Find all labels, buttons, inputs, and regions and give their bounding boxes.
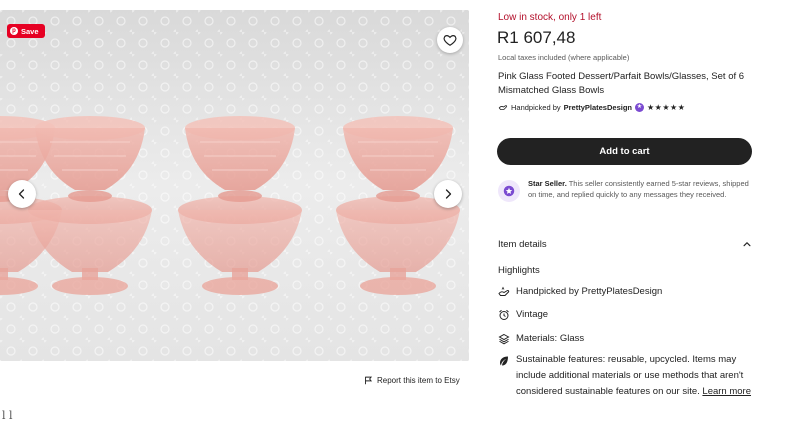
rating-stars[interactable]: ★★★★★ [647, 103, 685, 112]
handpicked-hand-icon [498, 286, 510, 296]
materials-layers-icon [498, 333, 510, 345]
shop-name-link[interactable]: PrettyPlatesDesign [564, 103, 632, 112]
save-label: Save [21, 26, 39, 36]
star-seller-label: Star Seller. [528, 179, 567, 188]
star-seller-medal-icon [498, 180, 520, 202]
learn-more-link[interactable]: Learn more [702, 386, 751, 397]
report-item-link[interactable]: Report this item to Etsy [364, 376, 460, 385]
favorite-button[interactable] [437, 27, 463, 53]
listing-title: Pink Glass Footed Dessert/Parfait Bowls/… [498, 71, 745, 96]
report-label: Report this item to Etsy [377, 376, 460, 385]
highlight-materials: Materials: Glass [498, 333, 584, 345]
highlight-vintage: Vintage [498, 309, 548, 321]
pinterest-icon: p [10, 27, 18, 35]
alarm-clock-icon [499, 309, 509, 320]
listing-image-gallery[interactable]: p Save [0, 10, 469, 361]
chevron-left-icon [18, 189, 25, 199]
add-to-cart-button[interactable]: Add to cart [497, 138, 752, 165]
flag-icon [365, 376, 373, 385]
pinterest-save-button[interactable]: p Save [7, 24, 45, 38]
seller-row: Handpicked by PrettyPlatesDesign ★ ★★★★★ [498, 102, 685, 112]
previous-image-button[interactable] [8, 180, 36, 208]
highlight-materials-label: Materials: Glass [516, 333, 585, 344]
highlight-sustainable: Sustainable features: reusable, upcycled… [498, 354, 758, 400]
highlight-shop-name-link[interactable]: PrettyPlatesDesign [581, 286, 662, 297]
star-seller-notice: Star Seller. This seller consistently ea… [498, 178, 758, 202]
item-details-header: Item details [498, 238, 547, 250]
highlight-vintage-label: Vintage [516, 309, 549, 320]
taxes-note: Local taxes included (where applicable) [498, 53, 630, 62]
leaf-icon [500, 356, 508, 366]
chevron-up-icon [743, 242, 751, 247]
price: R1 607,48 [497, 28, 576, 47]
chevron-right-icon [445, 189, 452, 199]
next-image-button[interactable] [434, 180, 462, 208]
highlight-handpicked: Handpicked by PrettyPlatesDesign [498, 286, 662, 298]
star-seller-badge-icon: ★ [635, 102, 644, 112]
highlight-handpicked-prefix: Handpicked by [516, 286, 582, 297]
heart-icon [443, 35, 457, 46]
item-details-toggle[interactable]: Item details [498, 236, 752, 252]
stock-status: Low in stock, only 1 left [498, 12, 602, 23]
product-photo [0, 10, 469, 361]
highlights-heading: Highlights [498, 265, 540, 276]
handpicked-hand-icon [498, 105, 508, 110]
handpicked-prefix: Handpicked by [511, 102, 561, 112]
clipped-text-fragment: l l [2, 409, 13, 422]
